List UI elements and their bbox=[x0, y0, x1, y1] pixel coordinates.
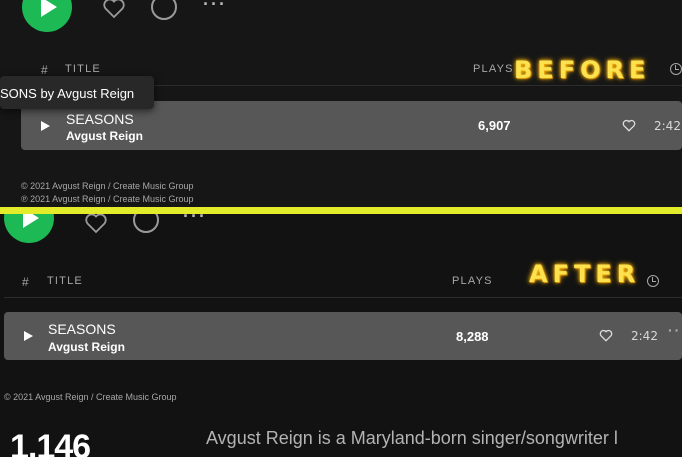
download-icon[interactable] bbox=[133, 214, 159, 233]
before-panel: ··· # TITLE PLAYS BEFORE SEASONS Avgust … bbox=[0, 0, 682, 208]
track-artist[interactable]: Avgust Reign bbox=[48, 340, 125, 354]
after-panel: ··· # TITLE PLAYS AFTER SEASONS Avgust R… bbox=[0, 214, 682, 457]
header-divider bbox=[4, 297, 682, 298]
heart-icon[interactable] bbox=[599, 329, 613, 342]
clock-icon bbox=[670, 63, 682, 75]
more-icon[interactable]: ··· bbox=[203, 0, 227, 15]
row-play-icon[interactable] bbox=[41, 121, 50, 131]
play-button[interactable] bbox=[22, 0, 72, 32]
row-more-icon[interactable]: ··· bbox=[668, 322, 682, 338]
header-title: TITLE bbox=[65, 63, 101, 75]
track-plays: 6,907 bbox=[478, 118, 511, 133]
artist-bio: Avgust Reign is a Maryland-born singer/s… bbox=[206, 428, 618, 448]
track-title[interactable]: SEASONS bbox=[48, 321, 116, 337]
heart-icon[interactable] bbox=[622, 119, 636, 132]
header-hash: # bbox=[41, 63, 48, 77]
copyright-c: © 2021 Avgust Reign / Create Music Group bbox=[21, 181, 194, 191]
row-play-icon[interactable] bbox=[24, 331, 33, 341]
track-plays: 8,288 bbox=[456, 329, 489, 344]
heart-icon[interactable] bbox=[101, 0, 127, 19]
heart-icon[interactable] bbox=[83, 214, 109, 234]
track-artist[interactable]: Avgust Reign bbox=[66, 129, 143, 143]
copyright-p: ℗ 2021 Avgust Reign / Create Music Group bbox=[21, 194, 194, 204]
copyright-c: © 2021 Avgust Reign / Create Music Group bbox=[4, 392, 177, 402]
play-button[interactable] bbox=[4, 214, 54, 243]
track-duration: 2:42 bbox=[631, 329, 658, 343]
header-hash: # bbox=[22, 275, 29, 289]
after-label: AFTER bbox=[529, 260, 641, 288]
track-duration: 2:42 bbox=[654, 119, 681, 133]
clock-icon bbox=[647, 275, 659, 287]
play-icon bbox=[41, 0, 57, 17]
monthly-listeners-count: 1,146 bbox=[10, 428, 91, 457]
title-tooltip: SONS by Avgust Reign bbox=[0, 76, 154, 109]
header-plays: PLAYS bbox=[452, 275, 493, 287]
track-row[interactable]: SEASONS Avgust Reign 8,288 2:42 ··· bbox=[4, 312, 682, 360]
before-label: BEFORE bbox=[514, 56, 651, 84]
tooltip-text: SONS by Avgust Reign bbox=[0, 86, 135, 101]
more-icon[interactable]: ··· bbox=[183, 214, 207, 227]
header-plays: PLAYS bbox=[473, 63, 514, 75]
header-title: TITLE bbox=[47, 275, 83, 287]
download-icon[interactable] bbox=[151, 0, 177, 20]
track-title[interactable]: SEASONS bbox=[66, 111, 134, 127]
play-icon bbox=[23, 214, 39, 228]
